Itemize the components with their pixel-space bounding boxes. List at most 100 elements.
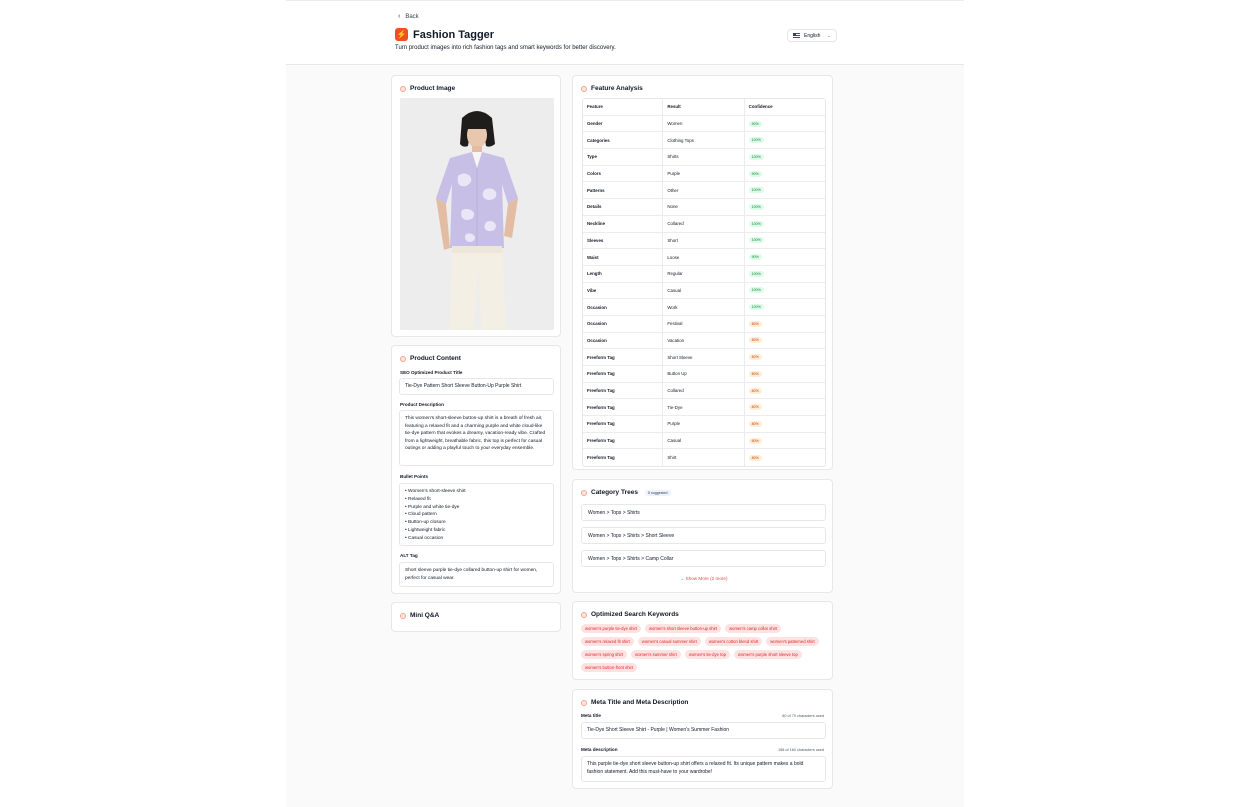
result-cell: Tie-Dye bbox=[663, 399, 745, 416]
column-header: Confidence bbox=[748, 104, 773, 110]
product-description-field[interactable]: This women's short-sleeve button-up shir… bbox=[399, 410, 554, 466]
category-item[interactable]: Women > Tops > Shirts bbox=[581, 504, 826, 521]
keyword-chip[interactable]: women's short sleeve button-up shirt bbox=[645, 624, 722, 633]
category-item[interactable]: Women > Tops > Shirts > Short Sleeve bbox=[581, 527, 826, 544]
keyword-chip[interactable]: women's button-front shirt bbox=[581, 663, 638, 672]
keyword-chip[interactable]: women's tie-dye top bbox=[684, 650, 730, 659]
feature-cell: Length bbox=[583, 265, 664, 282]
result-cell: Short bbox=[663, 232, 745, 249]
result-cell: Purple bbox=[663, 416, 745, 432]
top-divider bbox=[286, 0, 964, 1]
keyword-chip[interactable]: women's purple tie-dye shirt bbox=[581, 624, 642, 633]
category-item[interactable]: Women > Tops > Shirts > Camp Collar bbox=[581, 550, 826, 567]
search-icon bbox=[581, 611, 587, 618]
alt-tag-label: ALT Tag bbox=[400, 553, 418, 558]
keyword-list: women's purple tie-dye shirt women's sho… bbox=[581, 624, 829, 672]
card-title: Product Image bbox=[400, 85, 455, 92]
confidence-badge: 80% bbox=[748, 437, 762, 444]
seo-title-label: SEO Optimized Product Title bbox=[400, 370, 463, 375]
feature-cell: Waist bbox=[583, 249, 664, 265]
feature-cell: Occasion bbox=[583, 299, 664, 315]
bullet-item: • Women's short-sleeve shirt bbox=[405, 489, 466, 494]
confidence-cell: 80% bbox=[745, 383, 825, 399]
keyword-chip[interactable]: women's purple short sleeve top bbox=[733, 650, 802, 659]
category-trees-title: Category Trees bbox=[591, 489, 638, 496]
mini-qa-title: Mini Q&A bbox=[410, 612, 440, 619]
table-row: Freeform Tag Shirt 80% bbox=[583, 449, 825, 467]
confidence-cell: 80% bbox=[745, 433, 825, 449]
keyword-chip[interactable]: women's summer shirt bbox=[631, 650, 681, 659]
result-cell: Purple bbox=[663, 165, 745, 182]
image-icon bbox=[400, 85, 406, 92]
confidence-cell: 100% bbox=[745, 132, 825, 148]
confidence-badge: 80% bbox=[748, 337, 762, 344]
keyword-chip[interactable]: women's camp collar shirt bbox=[725, 624, 782, 633]
table-row: Vibe Casual 100% bbox=[583, 282, 825, 300]
feature-cell: Freeform Tag bbox=[583, 449, 664, 467]
table-row: Gender Women 90% bbox=[583, 115, 825, 133]
bullet-points-field[interactable]: • Women's short-sleeve shirt • Relaxed f… bbox=[399, 483, 554, 546]
confidence-cell: 100% bbox=[745, 182, 825, 198]
feature-cell: Neckline bbox=[583, 215, 664, 232]
feature-cell: Patterns bbox=[583, 182, 664, 199]
table-row: Freeform Tag Casual 80% bbox=[583, 432, 825, 450]
app-subtitle: Turn product images into rich fashion ta… bbox=[395, 45, 616, 51]
card-title: Product Content bbox=[400, 355, 461, 362]
result-cell: Collared bbox=[663, 382, 745, 399]
keyword-chip[interactable]: women's casual summer shirt bbox=[637, 637, 701, 646]
result-cell: Vacation bbox=[663, 332, 745, 349]
language-select[interactable]: English ⌄ bbox=[787, 29, 837, 42]
meta-description-field[interactable]: This purple tie-dye short sleeve button-… bbox=[581, 756, 826, 782]
confidence-cell: 80% bbox=[745, 449, 825, 466]
search-keywords-title: Optimized Search Keywords bbox=[591, 611, 679, 618]
show-more-label: Show More (2 more) bbox=[685, 576, 728, 581]
bullet-item: • Lightweight fabric bbox=[405, 527, 446, 533]
product-image-card: Product Image bbox=[391, 75, 561, 337]
confidence-badge: 100% bbox=[748, 187, 764, 194]
bullet-item: • Button-up closure bbox=[405, 520, 446, 526]
confidence-cell: 100% bbox=[745, 283, 825, 299]
confidence-cell: 100% bbox=[745, 149, 825, 165]
confidence-cell: 90% bbox=[745, 249, 825, 265]
product-content-title: Product Content bbox=[410, 355, 461, 362]
feature-cell: Freeform Tag bbox=[583, 416, 664, 432]
keyword-chip[interactable]: women's spring shirt bbox=[581, 650, 628, 659]
table-row: Neckline Collared 100% bbox=[583, 215, 825, 233]
confidence-badge: 80% bbox=[748, 354, 762, 361]
meta-title-label: Meta title bbox=[581, 713, 601, 718]
table-row: Occasion Vacation 80% bbox=[583, 332, 825, 350]
back-button[interactable]: ‹ Back bbox=[398, 13, 419, 20]
chevron-down-icon: ⌄ bbox=[826, 32, 831, 39]
mini-qa-card[interactable]: Mini Q&A bbox=[391, 602, 561, 632]
result-cell: Casual bbox=[663, 282, 745, 299]
keyword-chip[interactable]: women's cotton blend shirt bbox=[704, 637, 763, 646]
card-title: Feature Analysis bbox=[581, 85, 643, 92]
bullet-item: • Relaxed fit bbox=[405, 496, 431, 502]
table-row: Patterns Other 100% bbox=[583, 182, 825, 200]
keyword-chip[interactable]: women's patterned shirt bbox=[766, 637, 819, 646]
bullet-item: • Casual occasion bbox=[405, 535, 444, 541]
feature-cell: Freeform Tag bbox=[583, 432, 664, 449]
seo-title-field[interactable]: Tie-Dye Pattern Short Sleeve Button-Up P… bbox=[399, 378, 554, 395]
table-row: Categories Clothing Tops 100% bbox=[583, 132, 825, 150]
table-row: Freeform Tag Tie-Dye 80% bbox=[583, 399, 825, 417]
keyword-chip[interactable]: women's relaxed fit shirt bbox=[581, 637, 634, 646]
feature-cell: Vibe bbox=[583, 282, 664, 299]
confidence-badge: 90% bbox=[748, 254, 762, 261]
document-icon bbox=[400, 355, 406, 362]
alt-tag-field[interactable]: Short sleeve purple tie-dye collared but… bbox=[399, 562, 554, 587]
confidence-badge: 100% bbox=[748, 237, 764, 244]
result-cell: Shirt bbox=[663, 449, 745, 467]
category-trees-card: Category Trees 5 suggested Women > Tops … bbox=[572, 479, 833, 593]
confidence-cell: 90% bbox=[745, 166, 825, 182]
confidence-cell: 80% bbox=[745, 416, 825, 432]
card-title: Optimized Search Keywords bbox=[581, 611, 679, 618]
show-more-button[interactable]: ⌄ Show More (2 more) bbox=[573, 576, 835, 582]
analysis-icon bbox=[581, 85, 587, 92]
question-icon bbox=[400, 612, 406, 619]
confidence-badge: 100% bbox=[748, 153, 764, 160]
confidence-cell: 100% bbox=[745, 266, 825, 282]
table-row: Details None 100% bbox=[583, 199, 825, 216]
meta-title-field[interactable]: Tie-Dye Short Sleeve Shirt - Purple | Wo… bbox=[581, 722, 826, 739]
app-header: ⚡ Fashion Tagger bbox=[395, 28, 494, 41]
